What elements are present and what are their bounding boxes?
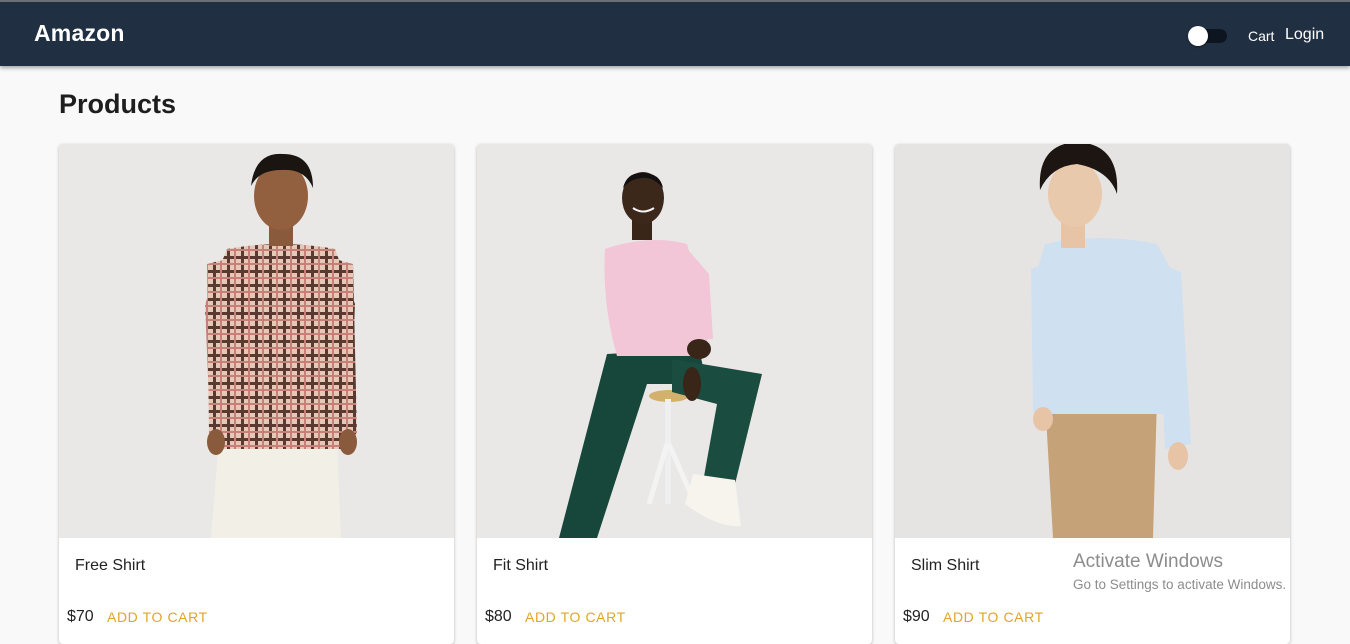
product-name[interactable]: Slim Shirt bbox=[911, 557, 979, 575]
product-image[interactable] bbox=[59, 144, 454, 538]
page-title: Products bbox=[59, 89, 177, 119]
product-name[interactable]: Fit Shirt bbox=[493, 557, 548, 575]
product-price: $90 bbox=[903, 608, 930, 625]
product-image[interactable] bbox=[895, 144, 1290, 538]
model-pink-shirt-seated-image bbox=[477, 144, 872, 538]
model-plaid-shirt-image bbox=[59, 144, 454, 538]
add-to-cart-button[interactable]: ADD TO CART bbox=[525, 609, 626, 625]
dark-mode-toggle[interactable] bbox=[1188, 26, 1228, 46]
product-image[interactable] bbox=[477, 144, 872, 538]
top-navbar: Amazon Cart Login bbox=[0, 0, 1350, 66]
login-link[interactable]: Login bbox=[1285, 26, 1324, 44]
product-price: $80 bbox=[485, 608, 512, 625]
model-blue-shirt-image bbox=[895, 144, 1290, 538]
brand-logo[interactable]: Amazon bbox=[34, 20, 125, 47]
toggle-thumb bbox=[1188, 26, 1208, 46]
add-to-cart-button[interactable]: ADD TO CART bbox=[107, 609, 208, 625]
product-card: Fit Shirt $80 ADD TO CART bbox=[477, 144, 872, 644]
product-name[interactable]: Free Shirt bbox=[75, 557, 145, 575]
add-to-cart-button[interactable]: ADD TO CART bbox=[943, 609, 1044, 625]
product-card: Slim Shirt $90 ADD TO CART bbox=[895, 144, 1290, 644]
cart-link[interactable]: Cart bbox=[1248, 28, 1274, 44]
product-price: $70 bbox=[67, 608, 94, 625]
product-card: Free Shirt $70 ADD TO CART bbox=[59, 144, 454, 644]
